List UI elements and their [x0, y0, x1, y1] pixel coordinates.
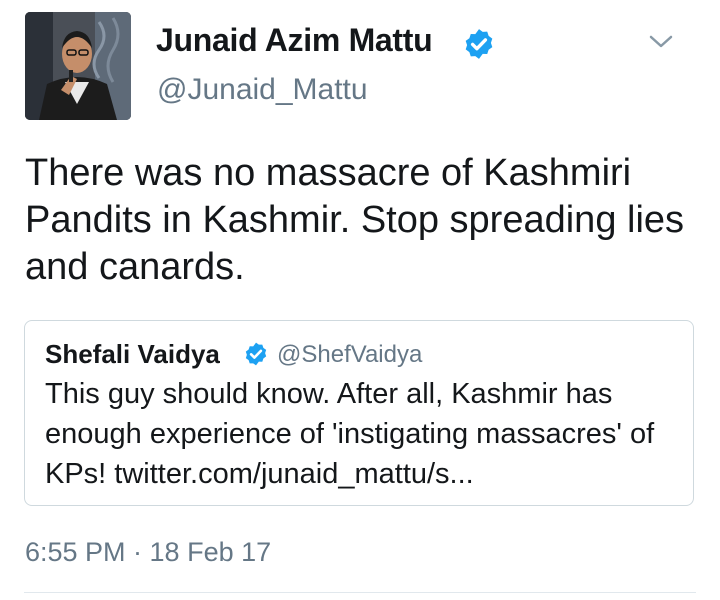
- tweet-card: Junaid Azim Mattu @Junaid_Mattu There wa…: [0, 0, 720, 600]
- verified-badge-icon: [245, 342, 267, 366]
- divider: [24, 592, 696, 593]
- quoted-tweet-text: This guy should know. After all, Kashmir…: [45, 378, 655, 490]
- tweet-timestamp[interactable]: 6:55 PM · 18 Feb 17: [25, 537, 271, 568]
- quoted-author-handle: @ShefVaidya: [277, 341, 423, 368]
- author-handle[interactable]: @Junaid_Mattu: [157, 73, 368, 107]
- verified-badge-icon: [465, 29, 493, 59]
- avatar-photo: [25, 12, 131, 120]
- tweet-text: There was no massacre of Kashmiri Pandit…: [25, 152, 685, 288]
- quoted-author-name: Shefali Vaidya: [45, 339, 220, 369]
- chevron-down-icon[interactable]: [648, 33, 674, 51]
- author-name[interactable]: Junaid Azim Mattu: [156, 22, 433, 59]
- quoted-tweet[interactable]: Shefali Vaidya @ShefVaidya This guy shou…: [24, 320, 694, 506]
- avatar[interactable]: [25, 12, 131, 120]
